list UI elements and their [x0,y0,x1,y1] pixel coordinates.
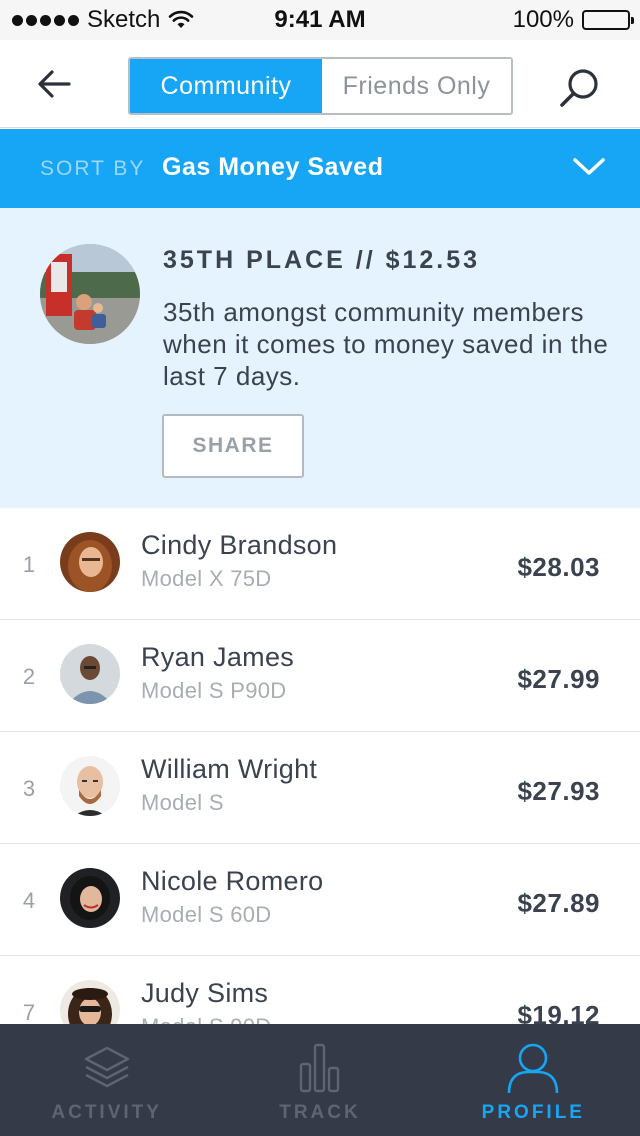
status-battery-group: 100% [512,6,634,34]
rank-number: 1 [22,552,36,577]
chevron-down-icon [573,158,605,175]
back-button[interactable] [30,62,78,106]
tab-profile[interactable]: PROFILE [427,1024,640,1136]
rank-number: 7 [22,1000,36,1025]
nav-bar: Community Friends Only [0,40,640,128]
amount-saved: $28.03 [517,552,600,582]
person-icon [505,1040,561,1096]
amount-saved: $27.93 [517,776,600,806]
sort-dropdown[interactable]: SORT BY Gas Money Saved [0,129,640,208]
avatar [60,532,120,592]
segment-friends-only[interactable]: Friends Only [322,59,511,113]
table-row[interactable]: 3 William Wright Model S $27.93 [0,732,640,844]
driver-name: Ryan James [141,642,295,672]
battery-icon [582,10,634,30]
bar-chart-icon [292,1040,348,1096]
sort-by-label: SORT BY [40,157,146,180]
search-button[interactable] [552,60,608,116]
battery-percent: 100% [512,6,574,33]
driver-name: Judy Sims [141,978,269,1008]
segment-community[interactable]: Community [130,59,322,113]
car-model: Model X 75D [141,566,272,591]
current-user-rank-card: 35TH PLACE // $12.53 35th amongst commun… [0,208,640,508]
table-row[interactable]: 2 Ryan James Model S P90D $27.99 [0,620,640,732]
tab-activity-label: ACTIVITY [51,1102,162,1123]
avatar [40,244,140,344]
rank-description: 35th amongst community members when it c… [163,297,609,391]
rank-number: 4 [22,888,36,913]
avatar [60,644,120,704]
driver-name: Cindy Brandson [141,530,338,560]
tab-track-label: TRACK [279,1102,361,1123]
share-button[interactable]: SHARE [162,414,304,478]
leaderboard-list: 1 Cindy Brandson Model X 75D $28.03 2 Ry… [0,508,640,1068]
driver-name: Nicole Romero [141,866,324,896]
table-row[interactable]: 4 Nicole Romero Model S 60D $27.89 [0,844,640,956]
amount-saved: $27.89 [517,888,600,918]
tab-track[interactable]: TRACK [213,1024,426,1136]
car-model: Model S [141,790,224,815]
layers-icon [79,1040,135,1096]
driver-name: William Wright [141,754,318,784]
status-bar: Sketch 9:41 AM 100% [0,0,640,40]
search-icon [560,69,598,107]
car-model: Model S P90D [141,678,287,703]
tab-profile-label: PROFILE [481,1102,585,1123]
avatar [60,756,120,816]
rank-number: 3 [22,776,36,801]
avatar [60,868,120,928]
tab-bar: ACTIVITY TRACK PROFILE [0,1024,640,1136]
sort-selected-value: Gas Money Saved [162,153,384,181]
rank-number: 2 [22,664,36,689]
arrow-left-icon [38,70,71,98]
tab-activity[interactable]: ACTIVITY [0,1024,213,1136]
car-model: Model S 60D [141,902,272,927]
rank-title: 35TH PLACE // $12.53 [163,246,481,274]
segmented-control: Community Friends Only [128,57,513,115]
amount-saved: $27.99 [517,664,600,694]
table-row[interactable]: 1 Cindy Brandson Model X 75D $28.03 [0,508,640,620]
